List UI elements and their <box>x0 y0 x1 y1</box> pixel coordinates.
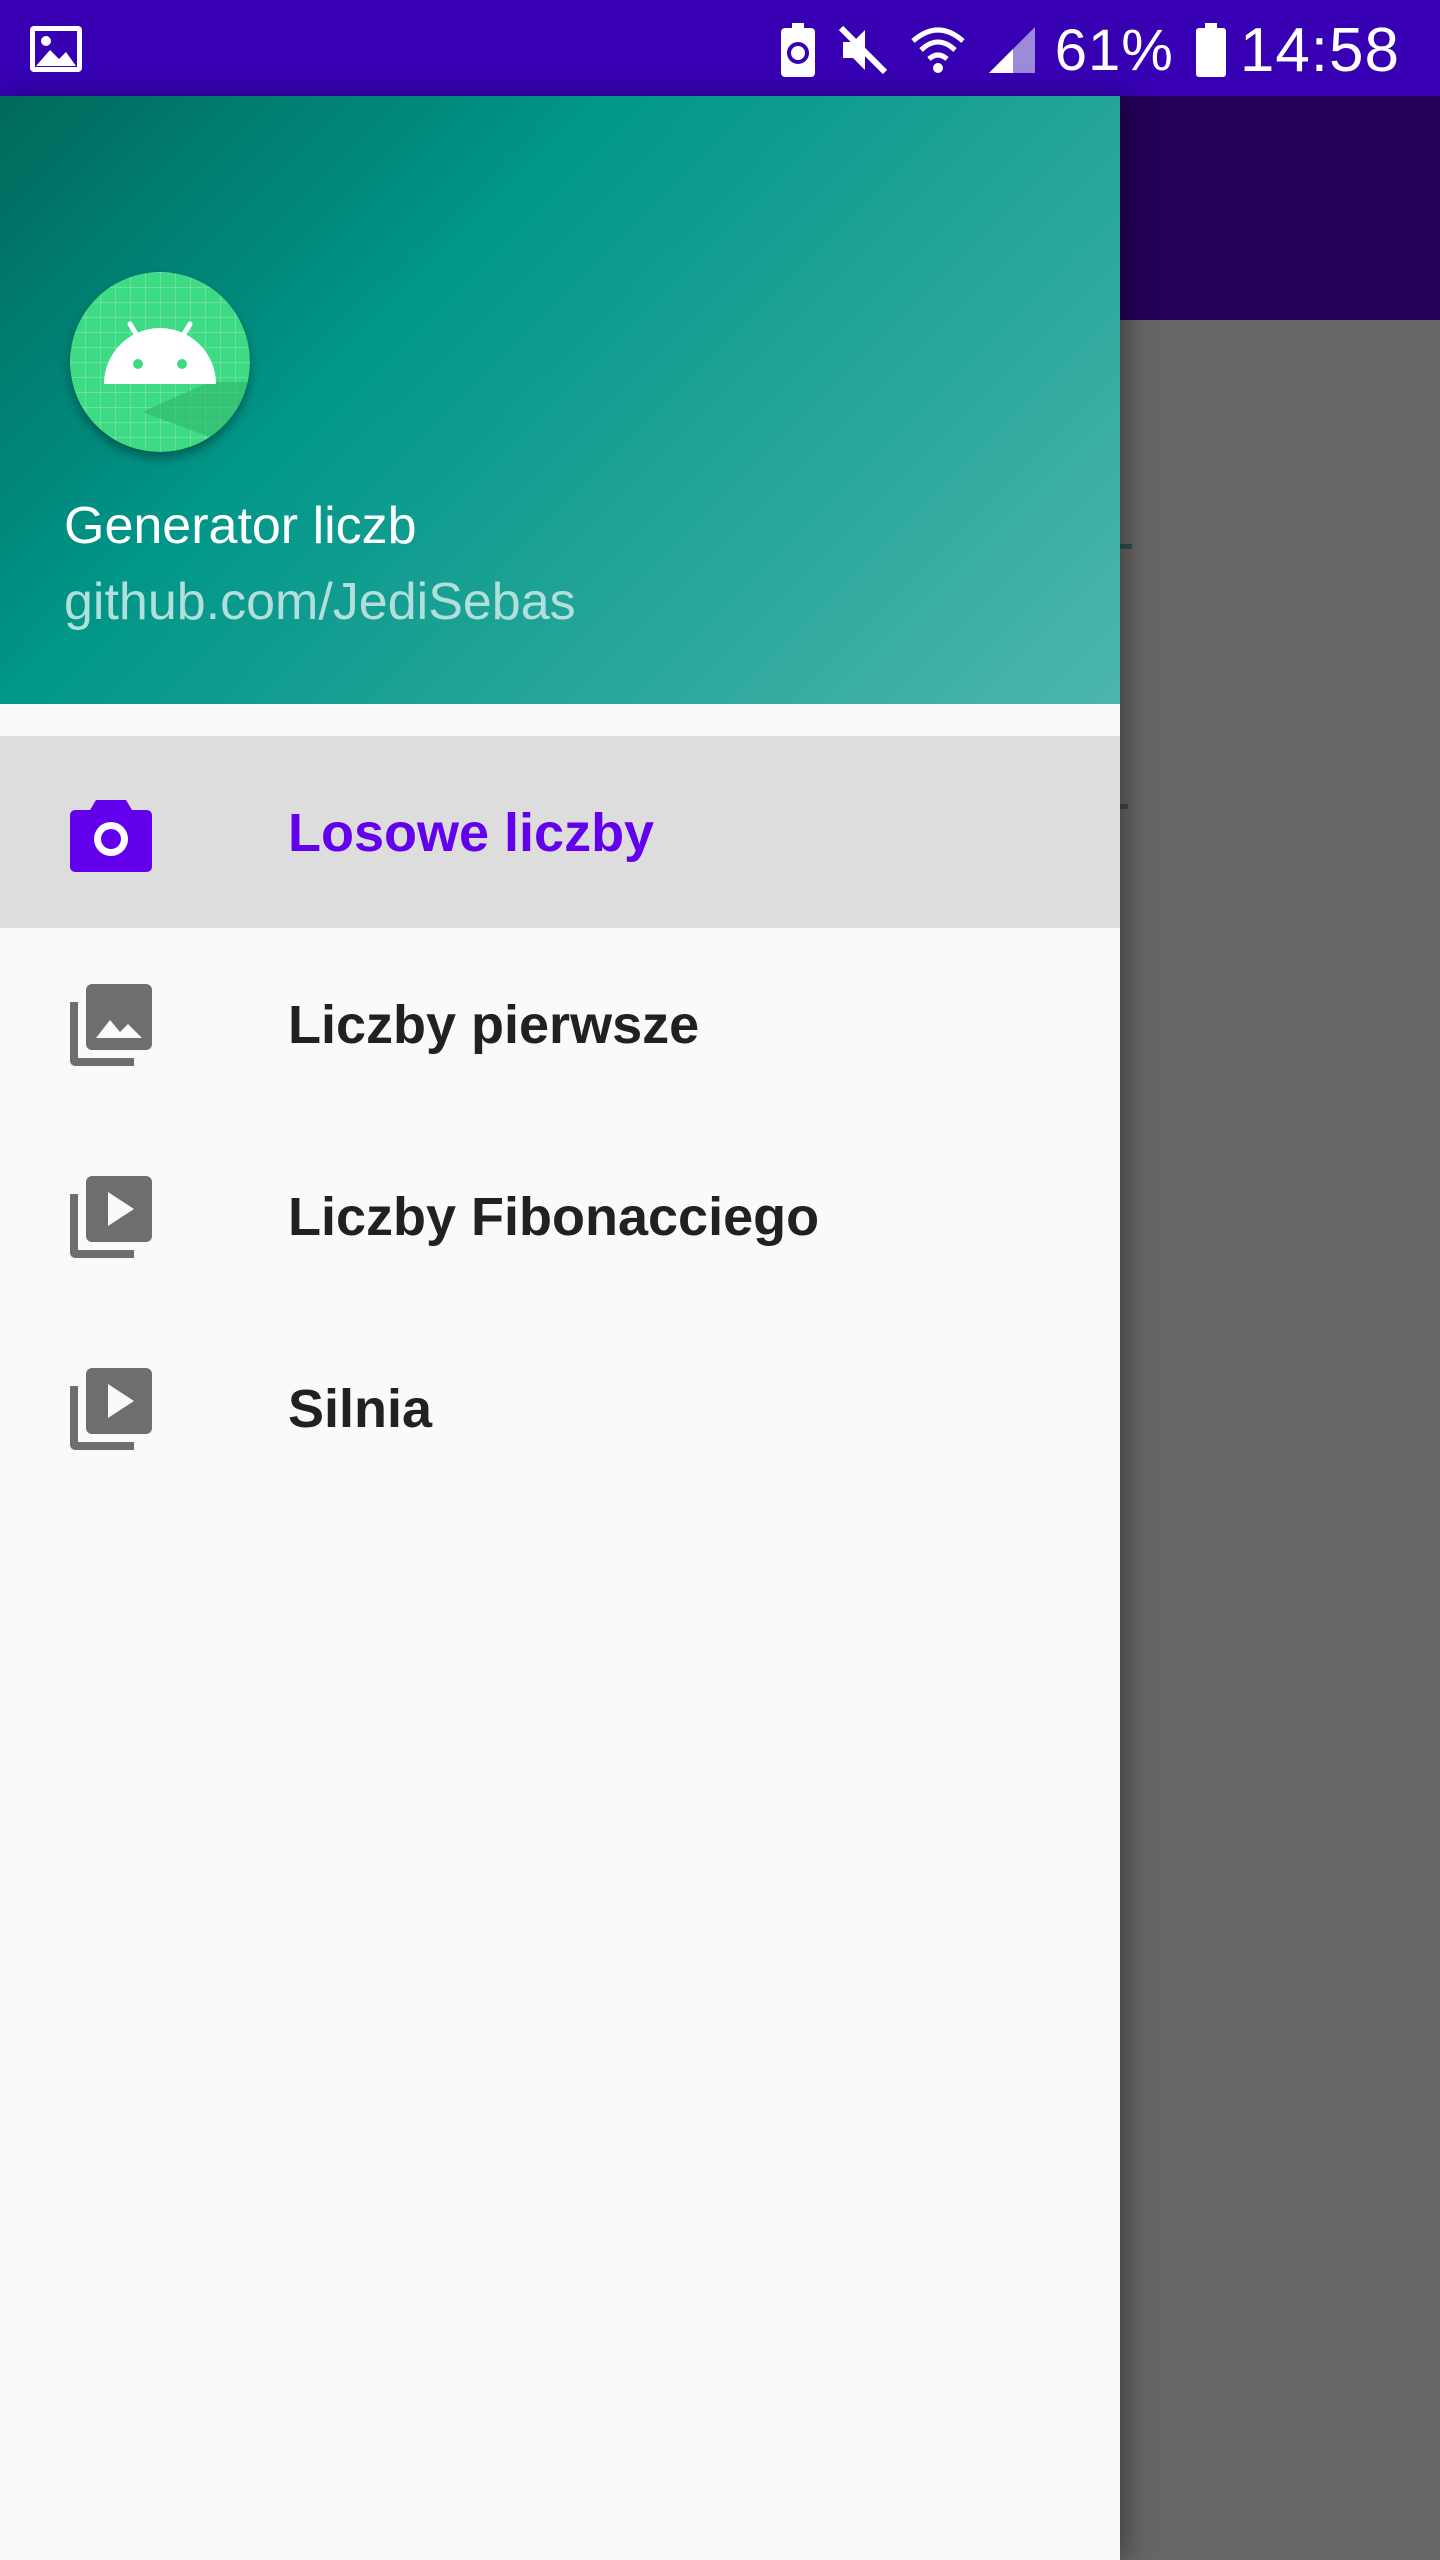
drawer-header: Generator liczb github.com/JediSebas <box>0 96 1120 704</box>
battery-percentage: 61% <box>1054 17 1174 83</box>
menu-item-liczby-pierwsze[interactable]: Liczby pierwsze <box>0 928 1120 1120</box>
drawer-menu: Losowe liczby Liczby pierwsze Liczby Fib… <box>0 736 1120 1504</box>
battery-saver-icon <box>780 23 815 77</box>
menu-item-silnia[interactable]: Silnia <box>0 1312 1120 1504</box>
menu-item-label: Silnia <box>288 1379 433 1439</box>
drawer-header-title: Generator liczb <box>64 497 417 555</box>
wifi-icon <box>911 27 965 73</box>
menu-item-label: Liczby pierwsze <box>288 995 700 1055</box>
menu-item-label: Losowe liczby <box>288 803 655 863</box>
drawer-header-subtitle: github.com/JediSebas <box>64 573 576 631</box>
status-bar: 61% 14:58 <box>0 0 1440 96</box>
menu-item-liczby-fibonacciego[interactable]: Liczby Fibonacciego <box>0 1120 1120 1312</box>
signal-icon <box>988 27 1035 73</box>
camera-icon <box>70 800 152 872</box>
battery-icon <box>1195 23 1226 77</box>
background-divider <box>1118 544 1132 549</box>
menu-item-losowe-liczby[interactable]: Losowe liczby <box>0 736 1120 928</box>
video-library-icon <box>70 1176 152 1258</box>
clock: 14:58 <box>1239 15 1400 85</box>
android-icon <box>70 272 250 452</box>
mute-icon <box>838 25 887 75</box>
video-library-icon <box>70 1368 152 1450</box>
navigation-drawer: Generator liczb github.com/JediSebas Los… <box>0 96 1120 2560</box>
menu-item-label: Liczby Fibonacciego <box>288 1187 820 1247</box>
photo-library-icon <box>70 984 152 1066</box>
image-icon <box>30 26 82 72</box>
